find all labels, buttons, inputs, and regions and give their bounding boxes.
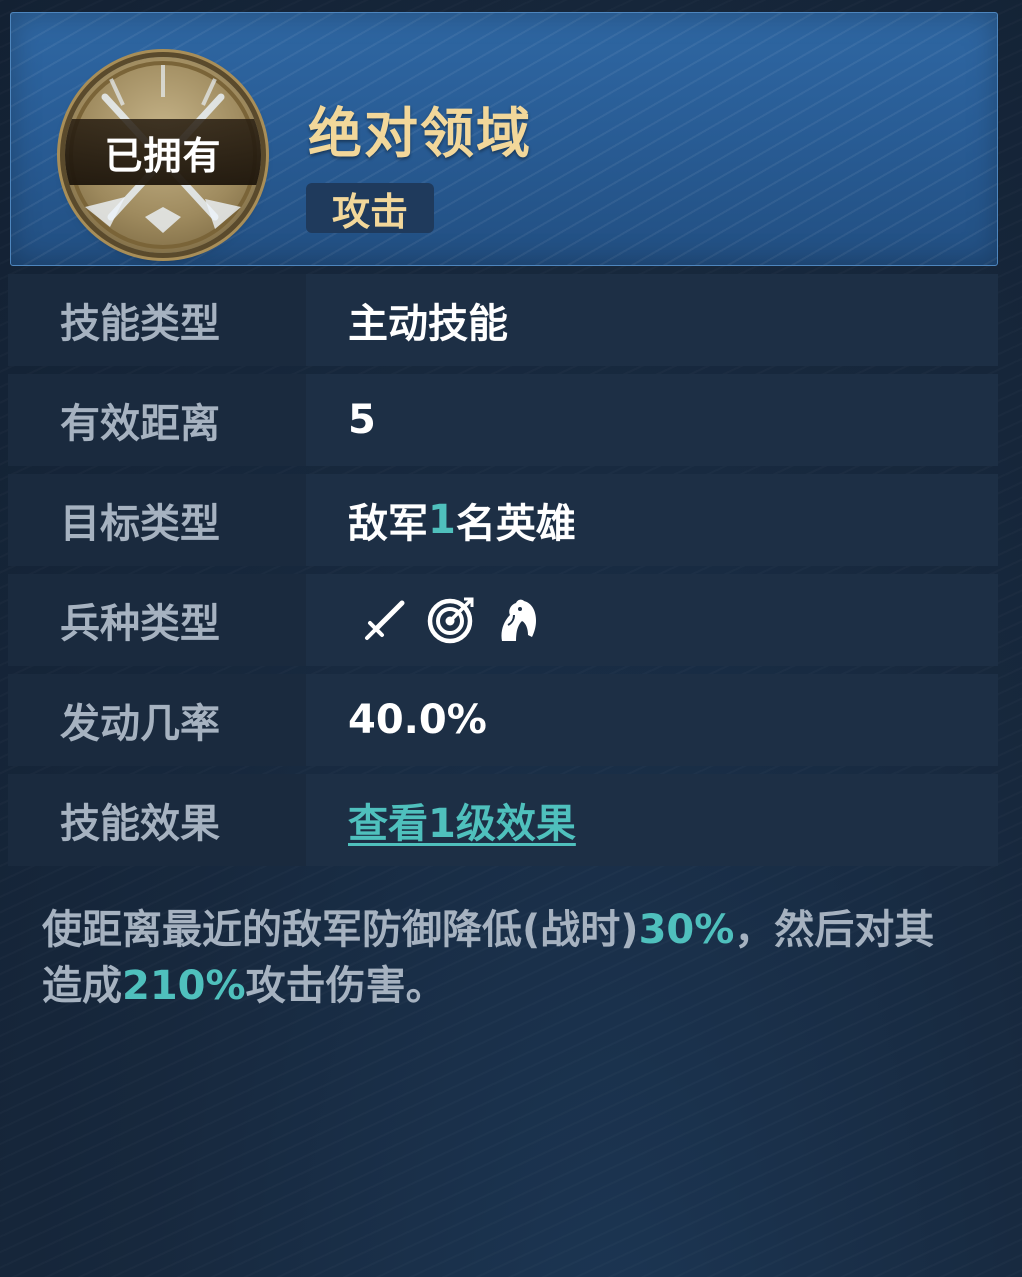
skill-type-label: 技能类型	[8, 274, 306, 366]
troop-icons	[362, 595, 540, 645]
rate-value: 40.0%	[348, 697, 487, 743]
rate-label: 发动几率	[8, 674, 306, 766]
skill-emblem: 已拥有	[65, 57, 261, 253]
description-value-2: 210%	[122, 963, 246, 1009]
target-label: 目标类型	[8, 474, 306, 566]
troops-value	[348, 574, 540, 666]
target-value-prefix: 敌军	[348, 501, 428, 547]
row-target: 目标类型 敌军 1 名英雄	[8, 474, 998, 566]
owned-label: 已拥有	[104, 133, 222, 178]
description-value-1: 30%	[638, 907, 735, 953]
row-skill-type: 技能类型 主动技能	[8, 274, 998, 366]
sword-icon	[365, 600, 405, 640]
archery-target-icon	[427, 597, 474, 644]
target-value-suffix: 名英雄	[455, 501, 576, 547]
skill-tag-label: 攻击	[331, 189, 408, 234]
row-range: 有效距离 5	[8, 374, 998, 466]
row-troops: 兵种类型	[8, 574, 998, 666]
description-part-3: 攻击伤害。	[245, 963, 446, 1009]
skill-type-value: 主动技能	[348, 301, 508, 347]
description-part-1: 使距离最近的敌军防御降低(战时)	[42, 907, 639, 953]
range-label: 有效距离	[8, 374, 306, 466]
range-value: 5	[348, 397, 376, 443]
troops-label: 兵种类型	[8, 574, 306, 666]
skill-tag: 攻击	[306, 183, 434, 234]
effect-value: 查看1级效果	[348, 774, 576, 866]
row-effect: 技能效果 查看1级效果	[8, 774, 998, 866]
row-rate: 发动几率 40.0%	[8, 674, 998, 766]
horse-icon	[501, 599, 536, 641]
view-level-effect-link[interactable]: 查看1级效果	[348, 791, 576, 849]
effect-label: 技能效果	[8, 774, 306, 866]
skill-name: 绝对领域	[308, 102, 532, 165]
target-value: 敌军 1 名英雄	[348, 474, 576, 566]
owned-badge: 已拥有	[65, 119, 261, 185]
target-count: 1	[428, 497, 456, 543]
skill-header: 已拥有 绝对领域 攻击	[10, 12, 998, 266]
skill-description: 使距离最近的敌军防御降低(战时)30%，然后对其造成210%攻击伤害。	[42, 902, 972, 1014]
